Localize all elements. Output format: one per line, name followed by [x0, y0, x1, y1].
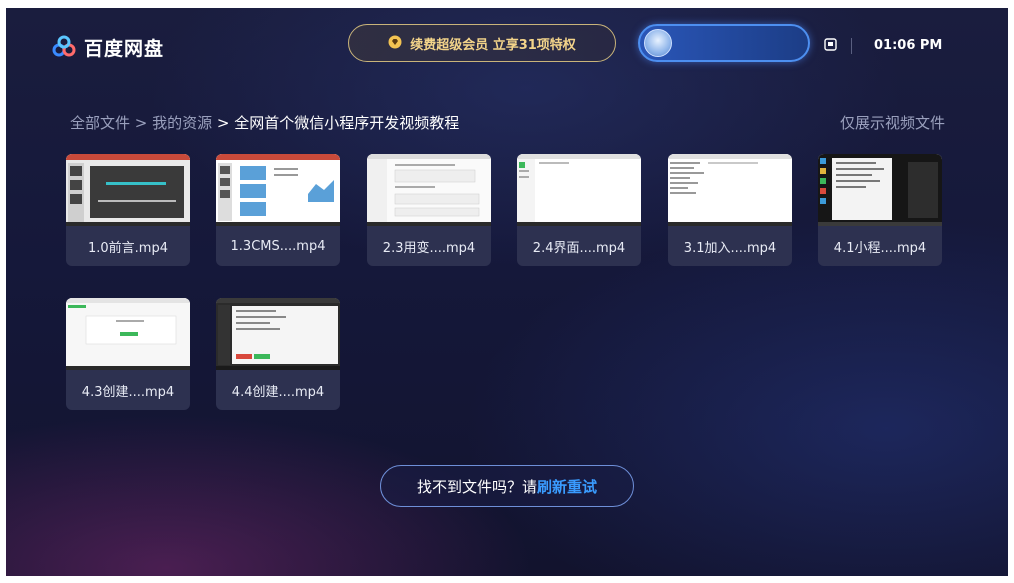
breadcrumb-current: 全网首个微信小程序开发视频教程 [234, 114, 460, 132]
app-logo: 百度网盘 [52, 34, 164, 61]
video-thumbnail [66, 154, 190, 226]
file-name: 3.1加入....mp4 [683, 240, 777, 256]
status-area: 01:06 PM [824, 36, 942, 55]
file-name: 1.3CMS....mp4 [230, 238, 326, 254]
refresh-prompt: 找不到文件吗？请 [416, 477, 537, 496]
file-card[interactable]: 2.4界面....mp4 [517, 154, 641, 266]
video-thumbnail [216, 298, 340, 370]
file-name: 4.1小程....mp4 [833, 240, 927, 256]
video-thumbnail [517, 154, 641, 226]
file-card[interactable]: 2.3用变....mp4 [367, 154, 491, 266]
video-only-filter[interactable]: 仅展示视频文件 [840, 112, 945, 133]
video-thumbnail [66, 298, 190, 370]
video-thumbnail [818, 154, 942, 226]
tv-screen: 百度网盘 续费超级会员 立享31项特权 01:06 PM 全部文件 > 我的资源… [6, 8, 1008, 576]
vip-renew-button[interactable]: 续费超级会员 立享31项特权 [348, 24, 616, 62]
breadcrumb-separator-current: > [212, 114, 235, 132]
baidu-cloud-logo-icon [52, 35, 76, 61]
file-card[interactable]: 4.4创建....mp4 [216, 298, 340, 410]
video-thumbnail [367, 154, 491, 226]
top-strip [0, 0, 1014, 8]
file-name: 4.4创建....mp4 [231, 384, 325, 400]
file-card[interactable]: 1.3CMS....mp4 [216, 154, 340, 266]
refresh-link[interactable]: 刷新重试 [537, 476, 597, 497]
video-thumbnail [216, 154, 340, 226]
status-divider [851, 37, 852, 54]
breadcrumb-separator: > [130, 114, 153, 132]
breadcrumb-level1[interactable]: 我的资源 [152, 114, 212, 132]
avatar [644, 29, 672, 57]
file-card[interactable]: 1.0前言.mp4 [66, 154, 190, 266]
file-card[interactable]: 4.3创建....mp4 [66, 298, 190, 410]
file-name: 2.3用变....mp4 [382, 240, 476, 256]
breadcrumb-root[interactable]: 全部文件 [70, 114, 130, 132]
vip-diamond-icon [388, 34, 402, 53]
screen-icon [824, 36, 837, 55]
file-name: 1.0前言.mp4 [88, 240, 168, 256]
clock: 01:06 PM [874, 38, 943, 53]
video-thumbnail [668, 154, 792, 226]
app-name: 百度网盘 [84, 38, 165, 60]
refresh-retry-button[interactable]: 找不到文件吗？请 刷新重试 [380, 465, 634, 507]
file-name: 4.3创建....mp4 [81, 384, 175, 400]
vip-renew-label: 续费超级会员 立享31项特权 [410, 37, 576, 53]
file-card[interactable]: 4.1小程....mp4 [818, 154, 942, 266]
user-account-button[interactable] [638, 24, 810, 62]
breadcrumb: 全部文件 > 我的资源 > 全网首个微信小程序开发视频教程 [70, 112, 459, 133]
file-card[interactable]: 3.1加入....mp4 [668, 154, 792, 266]
file-name: 2.4界面....mp4 [532, 240, 626, 256]
